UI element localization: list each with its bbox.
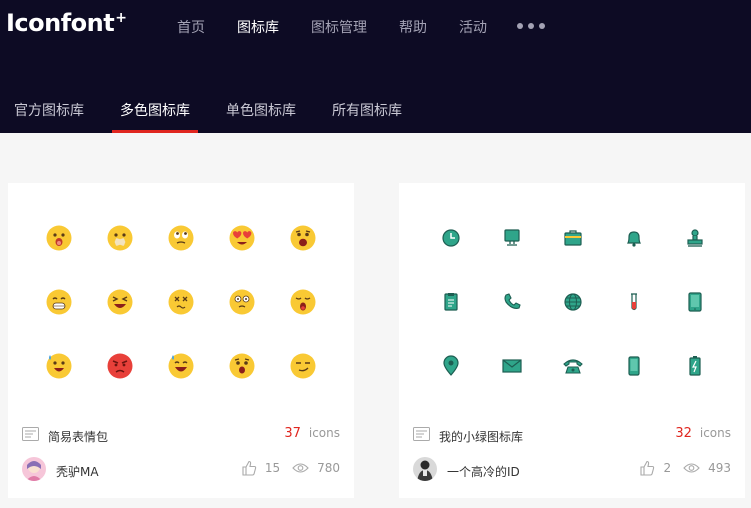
library-card-green[interactable]: 我的小绿图标库 32 icons 一个高冷的ID 2 493 (399, 183, 745, 498)
heart-eyes-face-icon[interactable] (229, 225, 255, 251)
icon-count: 37 icons (284, 426, 340, 441)
top-header: Iconfont+ 首页 图标库 图标管理 帮助 活动 官方图标库 多色图标库 … (0, 0, 751, 133)
tab-multicolor-library[interactable]: 多色图标库 (120, 100, 190, 120)
card-stats: 2 493 (639, 460, 731, 478)
library-name[interactable]: 我的小绿图标库 (439, 428, 523, 445)
nav-home[interactable]: 首页 (177, 17, 205, 37)
icon-count: 32 icons (675, 426, 731, 441)
smartphone-icon[interactable] (621, 353, 647, 379)
library-card-emoji[interactable]: 简易表情包 37 icons 秃驴MA 15 780 (8, 183, 354, 498)
dizzy-face-icon[interactable] (168, 289, 194, 315)
clipboard-icon[interactable] (438, 289, 464, 315)
tab-official-library[interactable]: 官方图标库 (14, 100, 84, 120)
yawning-face-icon[interactable] (290, 289, 316, 315)
smirk-face-icon[interactable] (290, 353, 316, 379)
author-name[interactable]: 一个高冷的ID (447, 463, 520, 480)
telephone-icon[interactable] (560, 353, 586, 379)
bell-icon[interactable] (621, 225, 647, 251)
logo[interactable]: Iconfont+ (6, 9, 127, 37)
surprised-face-icon[interactable] (46, 225, 72, 251)
nav-help[interactable]: 帮助 (399, 17, 427, 37)
eye-icon (292, 463, 309, 473)
active-tab-underline (112, 130, 198, 133)
stamp-icon[interactable] (682, 225, 708, 251)
like-count: 2 (663, 461, 672, 475)
clock-icon[interactable] (438, 225, 464, 251)
avatar[interactable] (22, 457, 46, 481)
eye-icon (683, 463, 700, 473)
angry-face-icon[interactable] (107, 353, 133, 379)
more-dots-icon[interactable] (517, 23, 545, 31)
mouth-taped-face-icon[interactable] (107, 225, 133, 251)
battery-icon[interactable] (682, 353, 708, 379)
test-tube-icon[interactable] (621, 289, 647, 315)
briefcase-icon[interactable] (560, 225, 586, 251)
card-user-row: 秃驴MA 15 780 (22, 457, 340, 483)
view-count: 780 (317, 461, 340, 475)
map-pin-icon[interactable] (438, 353, 464, 379)
tab-monochrome-library[interactable]: 单色图标库 (226, 100, 296, 120)
envelope-icon[interactable] (499, 353, 525, 379)
tablet-icon[interactable] (682, 289, 708, 315)
author-name[interactable]: 秃驴MA (56, 463, 99, 480)
nav-activity[interactable]: 活动 (459, 17, 487, 37)
squint-laugh-face-icon[interactable] (107, 289, 133, 315)
library-name[interactable]: 简易表情包 (48, 428, 108, 445)
card-stats: 15 780 (241, 460, 340, 478)
monitor-icon[interactable] (499, 225, 525, 251)
scared-face-icon[interactable] (229, 353, 255, 379)
card-title-row: 简易表情包 37 icons (22, 426, 340, 446)
dazed-face-icon[interactable] (229, 289, 255, 315)
phone-icon[interactable] (499, 289, 525, 315)
tab-all-libraries[interactable]: 所有图标库 (332, 100, 402, 120)
like-count: 15 (264, 461, 281, 475)
library-icon (22, 427, 39, 441)
nav-icon-library[interactable]: 图标库 (237, 17, 279, 37)
grimace-face-icon[interactable] (46, 289, 72, 315)
eye-roll-face-icon[interactable] (168, 225, 194, 251)
card-title-row: 我的小绿图标库 32 icons (413, 426, 731, 446)
sweat-smile-face-icon[interactable] (168, 353, 194, 379)
globe-icon[interactable] (560, 289, 586, 315)
thumbs-up-icon[interactable] (241, 460, 257, 476)
sweat-face-icon[interactable] (46, 353, 72, 379)
shocked-face-icon[interactable] (290, 225, 316, 251)
nav-icon-management[interactable]: 图标管理 (311, 17, 367, 37)
avatar[interactable] (413, 457, 437, 481)
card-user-row: 一个高冷的ID 2 493 (413, 457, 731, 483)
thumbs-up-icon[interactable] (639, 460, 655, 476)
view-count: 493 (708, 461, 731, 475)
library-icon (413, 427, 430, 441)
